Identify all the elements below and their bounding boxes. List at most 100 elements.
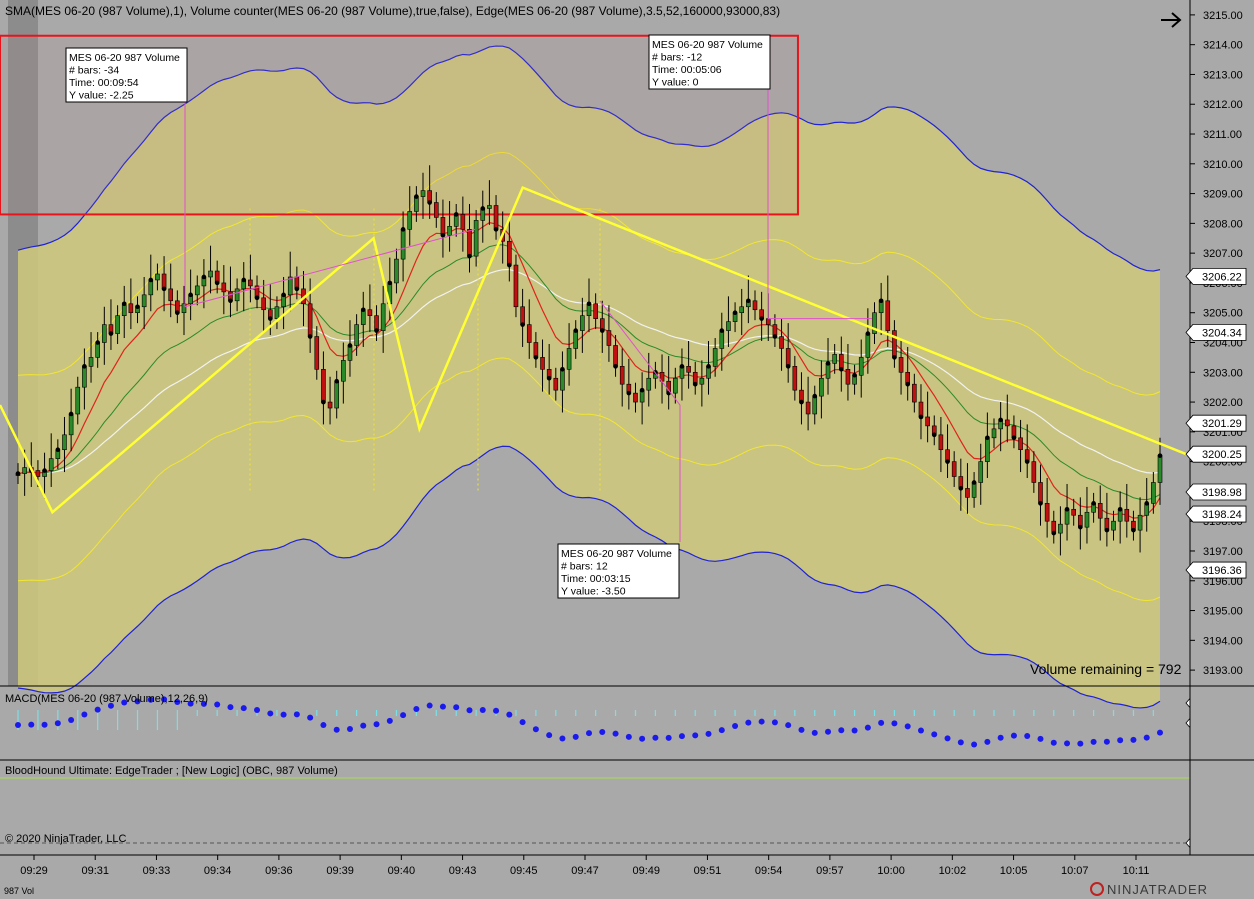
close-dot-90 [613, 364, 618, 369]
macd-dot-80 [546, 732, 553, 739]
chart-canvas[interactable]: 0.328-0.57 0.500 3193.003194.003195.0031… [0, 0, 1254, 899]
close-dot-102 [692, 381, 698, 387]
y-tick-label-3212: 3212.00 [1203, 99, 1243, 111]
macd-dot-142 [957, 739, 964, 746]
candle-body-111 [752, 300, 758, 311]
macd-dot-78 [532, 726, 539, 733]
macd-dot-132 [891, 720, 898, 727]
candle-body-157 [1058, 523, 1063, 534]
x-tick-label-1: 09:31 [81, 865, 109, 877]
close-dot-118 [799, 399, 804, 405]
x-tick-label-8: 09:45 [510, 865, 538, 877]
candle-body-105 [712, 348, 718, 367]
close-dot-124 [839, 367, 844, 372]
candle-body-9 [75, 386, 81, 415]
logo-text: NINJATRADER [1107, 882, 1208, 897]
price-badge-text-3: 3200.25 [1202, 449, 1242, 461]
info-box-3-line-1: # bars: 12 [561, 561, 608, 573]
close-dot-4 [42, 468, 47, 473]
x-tick-label-12: 09:54 [755, 865, 783, 877]
candle-body-49 [341, 360, 346, 382]
macd-dot-154 [1037, 735, 1044, 742]
close-dot-50 [347, 343, 353, 348]
x-tick-label-16: 10:05 [1000, 865, 1028, 877]
close-dot-146 [985, 435, 990, 441]
close-dot-140 [945, 459, 950, 464]
macd-dot-32 [227, 704, 234, 711]
candle-body-5 [48, 458, 54, 471]
candle-body-154 [1038, 482, 1043, 504]
close-dot-130 [878, 298, 884, 304]
price-panel[interactable] [0, 0, 1191, 709]
info-box-3: MES 06-20 987 Volume# bars: 12Time: 00:0… [557, 543, 680, 599]
candle-body-161 [1084, 511, 1090, 528]
y-tick-label-3213: 3213.00 [1203, 69, 1243, 81]
candle-body-61 [420, 190, 426, 197]
macd-dot-98 [665, 734, 672, 741]
price-badge-text-2: 3201.29 [1202, 418, 1242, 430]
macd-dot-12 [94, 706, 101, 713]
macd-dot-76 [519, 719, 526, 726]
candle-body-113 [765, 318, 771, 325]
candle-body-167 [1124, 508, 1130, 522]
candle-body-155 [1044, 503, 1050, 522]
close-dot-10 [82, 364, 87, 369]
y-tick-label-3195: 3195.00 [1203, 606, 1243, 618]
close-dot-48 [334, 378, 339, 384]
macd-dot-62 [426, 702, 433, 709]
close-dot-134 [905, 381, 910, 387]
close-dot-132 [892, 355, 897, 360]
candle-body-57 [394, 258, 399, 284]
close-dot-14 [108, 331, 114, 336]
close-dot-64 [440, 232, 446, 238]
ninjatrader-logo: NINJATRADER [1090, 882, 1208, 897]
close-dot-108 [732, 310, 738, 316]
macd-dot-50 [346, 726, 353, 733]
close-dot-128 [865, 331, 871, 336]
close-dot-42 [294, 286, 300, 292]
macd-dot-118 [798, 726, 805, 733]
close-dot-26 [188, 292, 193, 298]
macd-dot-126 [851, 727, 858, 734]
candle-body-135 [912, 383, 917, 403]
price-badge-text-6: 3196.36 [1202, 565, 1242, 577]
candle-body-153 [1031, 461, 1037, 483]
y-tick-label-3193: 3193.00 [1203, 665, 1243, 677]
candle-body-163 [1097, 503, 1103, 519]
info-box-3-line-0: MES 06-20 987 Volume [561, 548, 672, 560]
close-dot-94 [639, 387, 645, 393]
y-tick-label-3208: 3208.00 [1203, 218, 1243, 230]
candle-body-127 [858, 357, 864, 376]
close-dot-142 [958, 486, 964, 491]
macd-dot-40 [280, 711, 287, 718]
close-dot-170 [1144, 501, 1150, 506]
candle-body-53 [367, 309, 373, 316]
close-dot-158 [1064, 506, 1070, 512]
candle-body-99 [673, 377, 678, 394]
candle-body-159 [1071, 508, 1076, 516]
candle-body-35 [248, 279, 253, 287]
candle-body-67 [460, 214, 466, 230]
close-dot-18 [135, 304, 140, 310]
candle-body-95 [646, 377, 652, 391]
close-dot-62 [427, 200, 432, 205]
x-tick-label-15: 10:02 [939, 865, 967, 877]
x-tick-label-13: 09:57 [816, 865, 844, 877]
candle-body-83 [566, 348, 572, 370]
close-dot-82 [560, 367, 565, 372]
candle-body-11 [88, 357, 94, 367]
candle-body-143 [965, 488, 970, 498]
candle-body-17 [128, 303, 134, 314]
x-tick-label-9: 09:47 [571, 865, 599, 877]
close-dot-122 [825, 361, 831, 366]
x-tick-label-18: 10:11 [1123, 865, 1150, 877]
macd-dot-156 [1050, 739, 1057, 746]
macd-dot-168 [1130, 736, 1137, 743]
close-dot-84 [573, 328, 579, 333]
close-dot-40 [281, 292, 286, 298]
close-dot-34 [241, 277, 247, 283]
close-dot-88 [599, 328, 605, 333]
info-box-3-line-3: Y value: -3.50 [561, 586, 626, 598]
close-dot-54 [374, 328, 379, 333]
bloodhound-panel[interactable]: 0.500 [0, 777, 1247, 852]
